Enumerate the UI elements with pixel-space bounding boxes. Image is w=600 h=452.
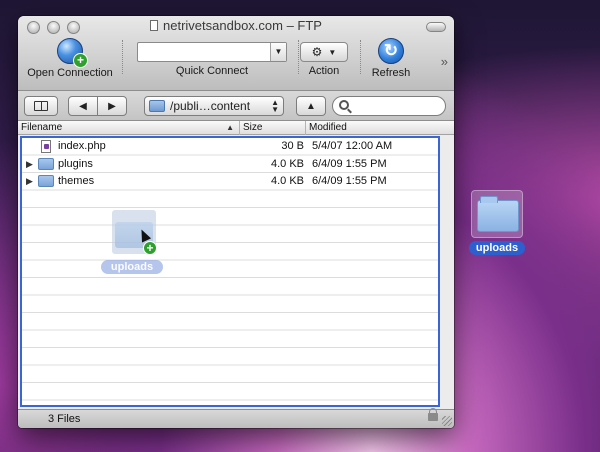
quick-connect-label: Quick Connect <box>175 65 249 77</box>
gear-icon: ⚙ <box>311 45 323 59</box>
status-bar: 3 Files <box>18 408 454 428</box>
column-filename-label: Filename <box>21 122 63 133</box>
up-down-arrows-icon: ▲ ▼ <box>271 98 279 114</box>
file-name: index.php <box>58 140 106 152</box>
open-connection-label: Open Connection <box>27 67 113 79</box>
folder-icon <box>38 175 54 187</box>
column-size-label: Size <box>243 122 263 133</box>
toolbar-separator <box>360 40 361 74</box>
desktop-folder-selection <box>471 190 523 238</box>
parent-directory-button[interactable]: ▲ <box>296 96 326 116</box>
refresh-button[interactable]: ↻ Refresh <box>366 38 416 79</box>
globe-add-icon <box>57 38 88 68</box>
folder-icon <box>149 100 165 112</box>
action-group: ⚙ ▼ Action <box>298 38 350 77</box>
window-title: netrivetsandbox.com – FTP <box>18 18 454 33</box>
sort-ascending-icon: ▲ <box>226 123 234 132</box>
file-count: 3 Files <box>48 413 81 425</box>
file-name: plugins <box>58 157 93 170</box>
lock-icon <box>428 408 438 421</box>
window-title-text: netrivetsandbox.com – FTP <box>163 18 322 33</box>
refresh-label: Refresh <box>371 67 411 79</box>
back-arrow-icon: ◀ <box>79 100 87 112</box>
navigation-bar: ◀ ▶ /publi…content ▲ ▼ ▲ <box>18 91 454 121</box>
add-badge-icon: + <box>143 241 157 255</box>
file-size: 30 B <box>281 140 304 152</box>
table-row[interactable]: ▶ plugins 4.0 KB 6/4/09 1:55 PM <box>22 156 438 174</box>
file-list[interactable]: index.php 30 B 5/4/07 12:00 AM ▶ plugins… <box>20 136 440 407</box>
up-arrow-icon: ▲ <box>306 100 316 112</box>
file-size: 4.0 KB <box>270 175 304 187</box>
desktop-folder-label: uploads <box>469 241 525 255</box>
desktop-folder-uploads[interactable]: uploads <box>468 190 526 255</box>
file-name: themes <box>58 175 95 187</box>
back-button[interactable]: ◀ <box>68 96 98 116</box>
resize-grip-icon[interactable] <box>442 416 452 426</box>
path-popup[interactable]: /publi…content ▲ ▼ <box>144 96 284 116</box>
folder-icon <box>38 157 54 170</box>
php-file-icon <box>41 140 51 153</box>
file-size: 4.0 KB <box>270 157 304 170</box>
file-modified: 6/4/09 1:55 PM <box>312 157 387 170</box>
column-size[interactable]: Size <box>240 121 306 135</box>
column-filename[interactable]: Filename ▲ <box>18 121 240 135</box>
title-toolbar: netrivetsandbox.com – FTP Open Connectio… <box>18 16 454 91</box>
bookmarks-button[interactable] <box>24 96 58 116</box>
column-modified-label: Modified <box>309 122 347 133</box>
forward-arrow-icon: ▶ <box>108 100 116 112</box>
action-label: Action <box>308 65 340 77</box>
open-connection-button[interactable]: Open Connection <box>26 38 114 79</box>
document-icon <box>150 20 159 31</box>
ftp-window: netrivetsandbox.com – FTP Open Connectio… <box>18 16 454 428</box>
column-modified[interactable]: Modified <box>306 121 454 135</box>
disclosure-triangle-icon[interactable]: ▶ <box>26 176 33 187</box>
action-button[interactable]: ⚙ ▼ <box>300 42 348 62</box>
chevron-down-icon: ▼ <box>328 47 337 57</box>
chevron-down-icon[interactable]: ▼ <box>270 43 286 61</box>
table-row[interactable]: index.php 30 B 5/4/07 12:00 AM <box>22 138 438 156</box>
search-icon <box>339 100 349 110</box>
file-modified: 6/4/09 1:55 PM <box>312 175 387 187</box>
quick-connect-combo[interactable]: ▼ <box>137 42 287 62</box>
toolbar-separator <box>122 40 123 74</box>
disclosure-triangle-icon[interactable]: ▶ <box>26 159 33 170</box>
toolbar-overflow-icon[interactable]: » <box>441 54 448 69</box>
table-row[interactable]: ▶ themes 4.0 KB 6/4/09 1:55 PM <box>22 173 438 191</box>
quick-connect-group: ▼ Quick Connect <box>134 38 290 77</box>
forward-button[interactable]: ▶ <box>97 96 127 116</box>
file-modified: 5/4/07 12:00 AM <box>312 140 393 152</box>
book-icon <box>34 101 48 111</box>
folder-icon <box>477 196 519 232</box>
path-text: /publi…content <box>170 99 251 113</box>
column-headers: Filename ▲ Size Modified <box>18 121 454 135</box>
toolbar-toggle-button[interactable] <box>426 22 446 32</box>
search-input[interactable] <box>332 96 446 116</box>
refresh-icon: ↻ <box>378 38 404 64</box>
dragged-folder-label: uploads <box>101 260 163 274</box>
